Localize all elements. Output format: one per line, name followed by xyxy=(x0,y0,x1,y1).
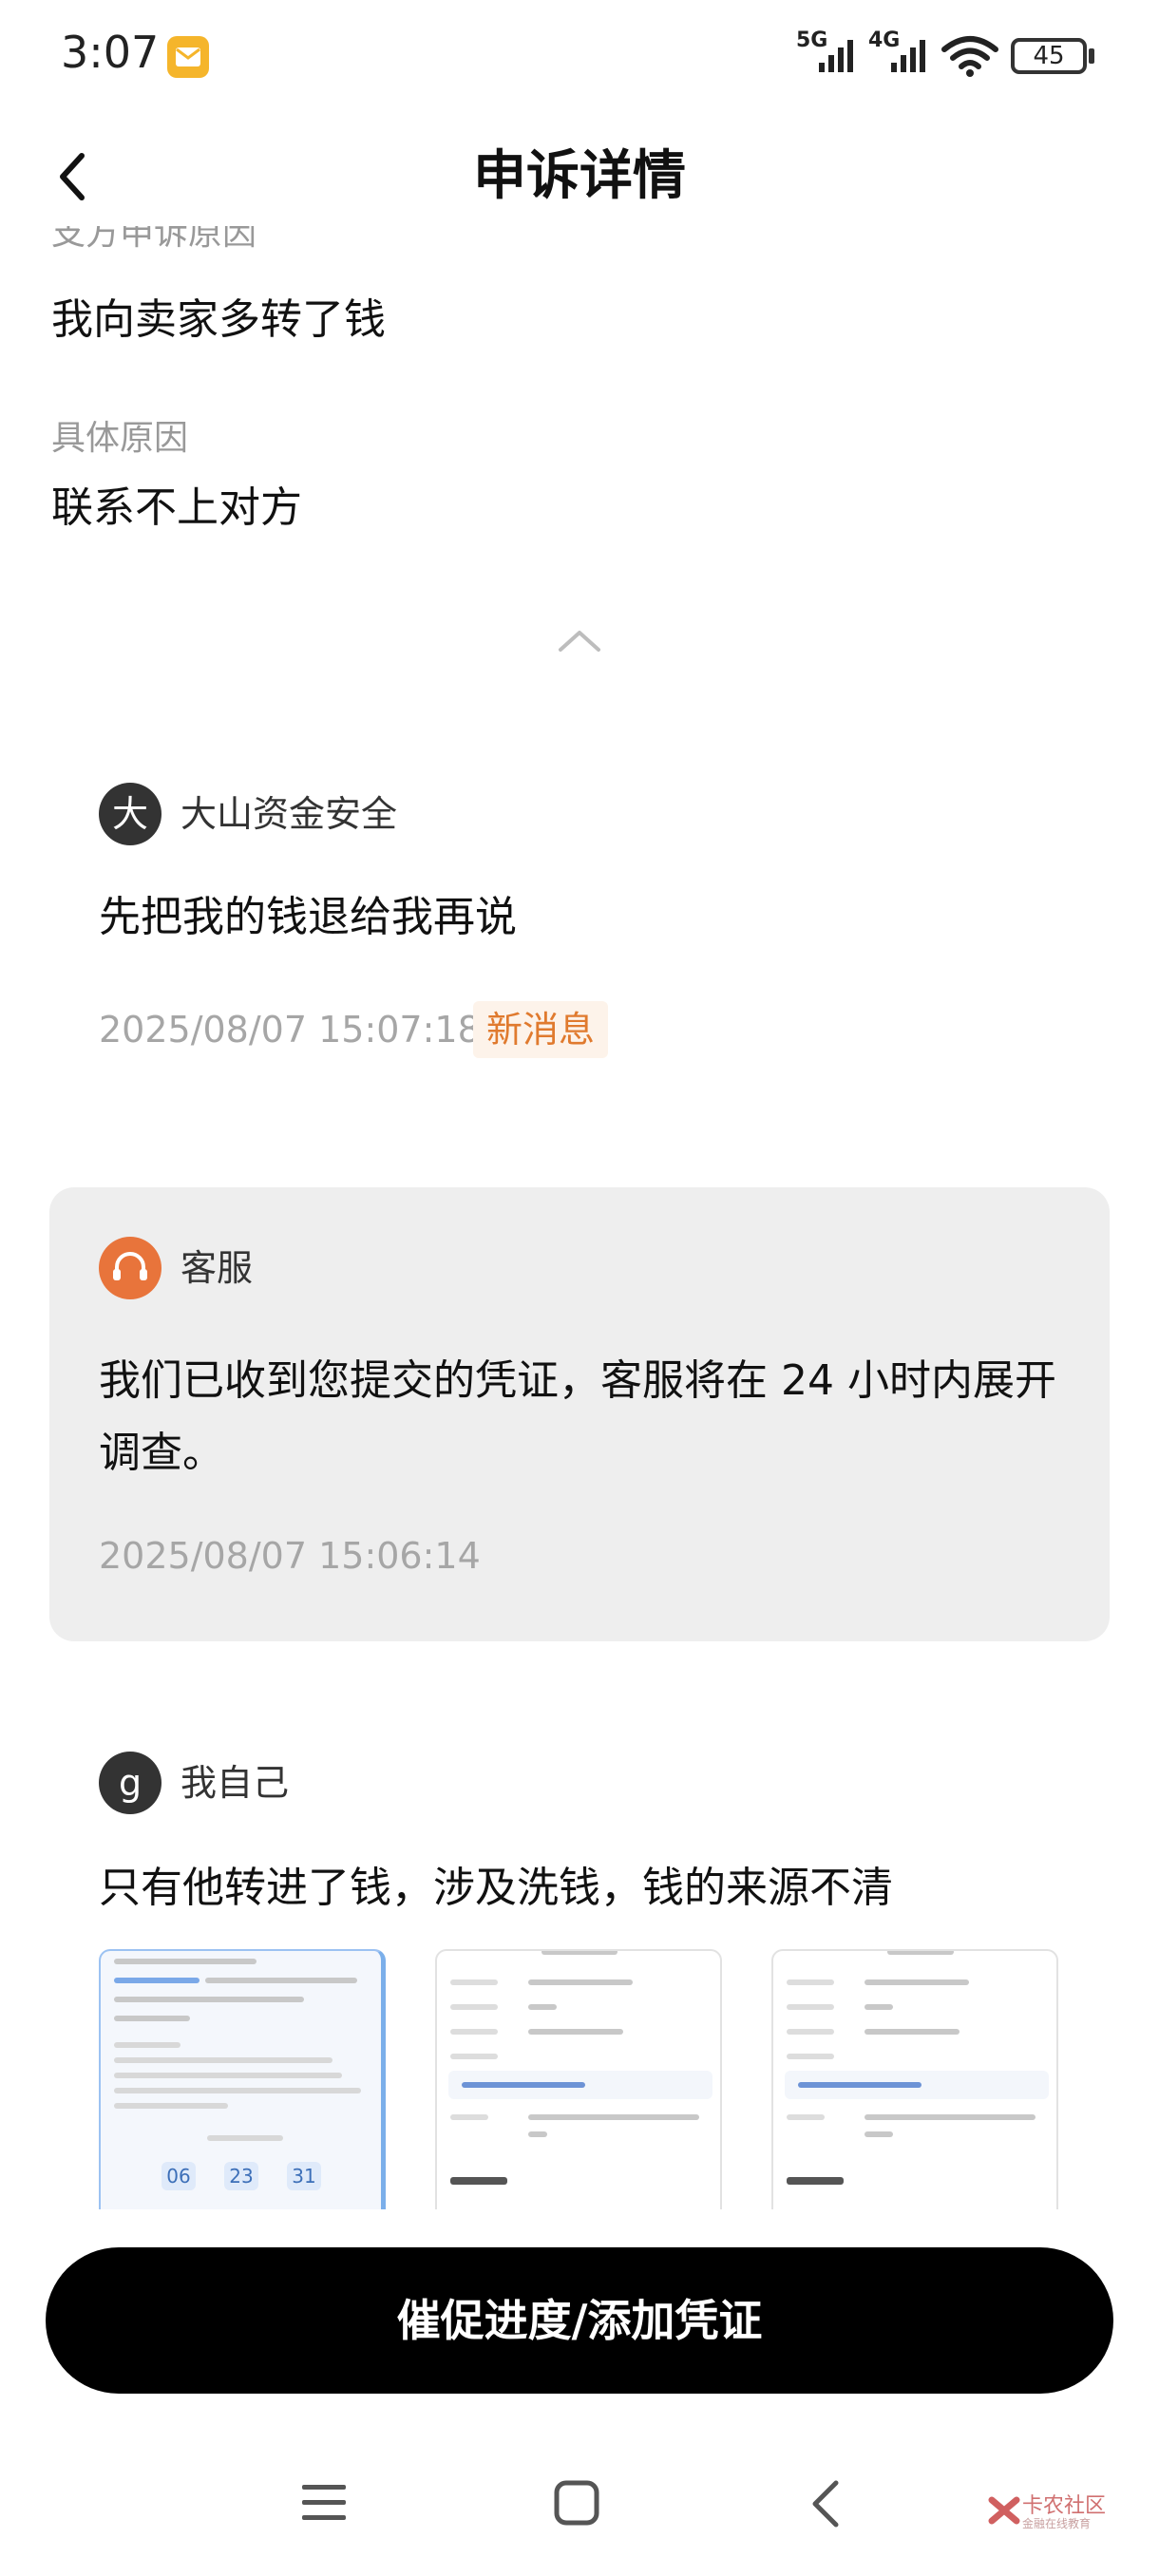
menu-icon[interactable] xyxy=(300,2481,348,2529)
avatar: 大 xyxy=(99,783,162,845)
countdown-hours: 23 xyxy=(224,2162,258,2190)
message-item: g 我自己 只有他转进了钱，涉及洗钱，钱的来源不清 xyxy=(49,1729,1110,1938)
sender-name: 大山资金安全 xyxy=(180,793,398,835)
battery-icon: 45 xyxy=(1011,38,1087,74)
chevron-up-icon[interactable] xyxy=(557,627,602,659)
detail-value: 联系不上对方 xyxy=(51,483,302,532)
back-button[interactable] xyxy=(46,142,103,211)
sender-name: 我自己 xyxy=(180,1762,290,1804)
message-time: 2025/08/07 15:06:14 xyxy=(99,1535,481,1577)
evidence-thumbnail[interactable] xyxy=(435,1949,722,2209)
avatar: g xyxy=(99,1752,162,1814)
wifi-icon xyxy=(940,34,999,82)
status-time: 3:07 xyxy=(61,27,160,78)
headset-icon xyxy=(99,1237,162,1299)
watermark: 卡农社区 金融在线教育 xyxy=(988,2489,1112,2536)
countdown-minutes: 31 xyxy=(287,2162,321,2190)
status-bar: 3:07 5G 4G 45 xyxy=(0,0,1159,114)
reason-label: 支方申诉原因 xyxy=(51,226,257,253)
message-text: 我们已收到您提交的凭证，客服将在 24 小时内展开调查。 xyxy=(99,1356,1056,1477)
battery-level: 45 xyxy=(1033,42,1065,70)
countdown-days: 06 xyxy=(162,2162,196,2190)
message-item: 大 大山资金安全 先把我的钱退给我再说 2025/08/07 15:07:18 … xyxy=(49,760,1110,1083)
mail-notification-icon xyxy=(167,36,209,78)
reason-value: 我向卖家多转了钱 xyxy=(51,295,386,340)
new-message-badge: 新消息 xyxy=(473,1001,609,1058)
reason-section: 支方申诉原因 我向卖家多转了钱 xyxy=(0,226,1159,340)
evidence-thumbnail[interactable] xyxy=(771,1949,1058,2209)
page-title: 申诉详情 xyxy=(473,145,686,207)
detail-label: 具体原因 xyxy=(51,419,189,458)
back-nav-icon[interactable] xyxy=(808,2479,846,2532)
battery-tip xyxy=(1089,48,1094,64)
evidence-thumbnail[interactable]: 06 23 31 xyxy=(99,1949,386,2209)
watermark-subtext: 金融在线教育 xyxy=(1022,2517,1092,2530)
message-time: 2025/08/07 15:07:18 xyxy=(99,1009,481,1051)
home-icon[interactable] xyxy=(553,2479,600,2530)
message-text: 只有他转进了钱，涉及洗钱，钱的来源不清 xyxy=(99,1864,893,1912)
evidence-thumbnails: 06 23 31 xyxy=(99,1949,1058,2209)
urge-progress-add-evidence-button[interactable]: 催促进度/添加凭证 xyxy=(46,2247,1113,2394)
watermark-logo-icon xyxy=(988,2496,1020,2525)
service-message-card: 客服 我们已收到您提交的凭证，客服将在 24 小时内展开调查。 2025/08/… xyxy=(49,1187,1110,1641)
message-text: 先把我的钱退给我再说 xyxy=(99,893,517,941)
chevron-left-icon xyxy=(60,153,85,200)
sender-name: 客服 xyxy=(180,1247,254,1289)
